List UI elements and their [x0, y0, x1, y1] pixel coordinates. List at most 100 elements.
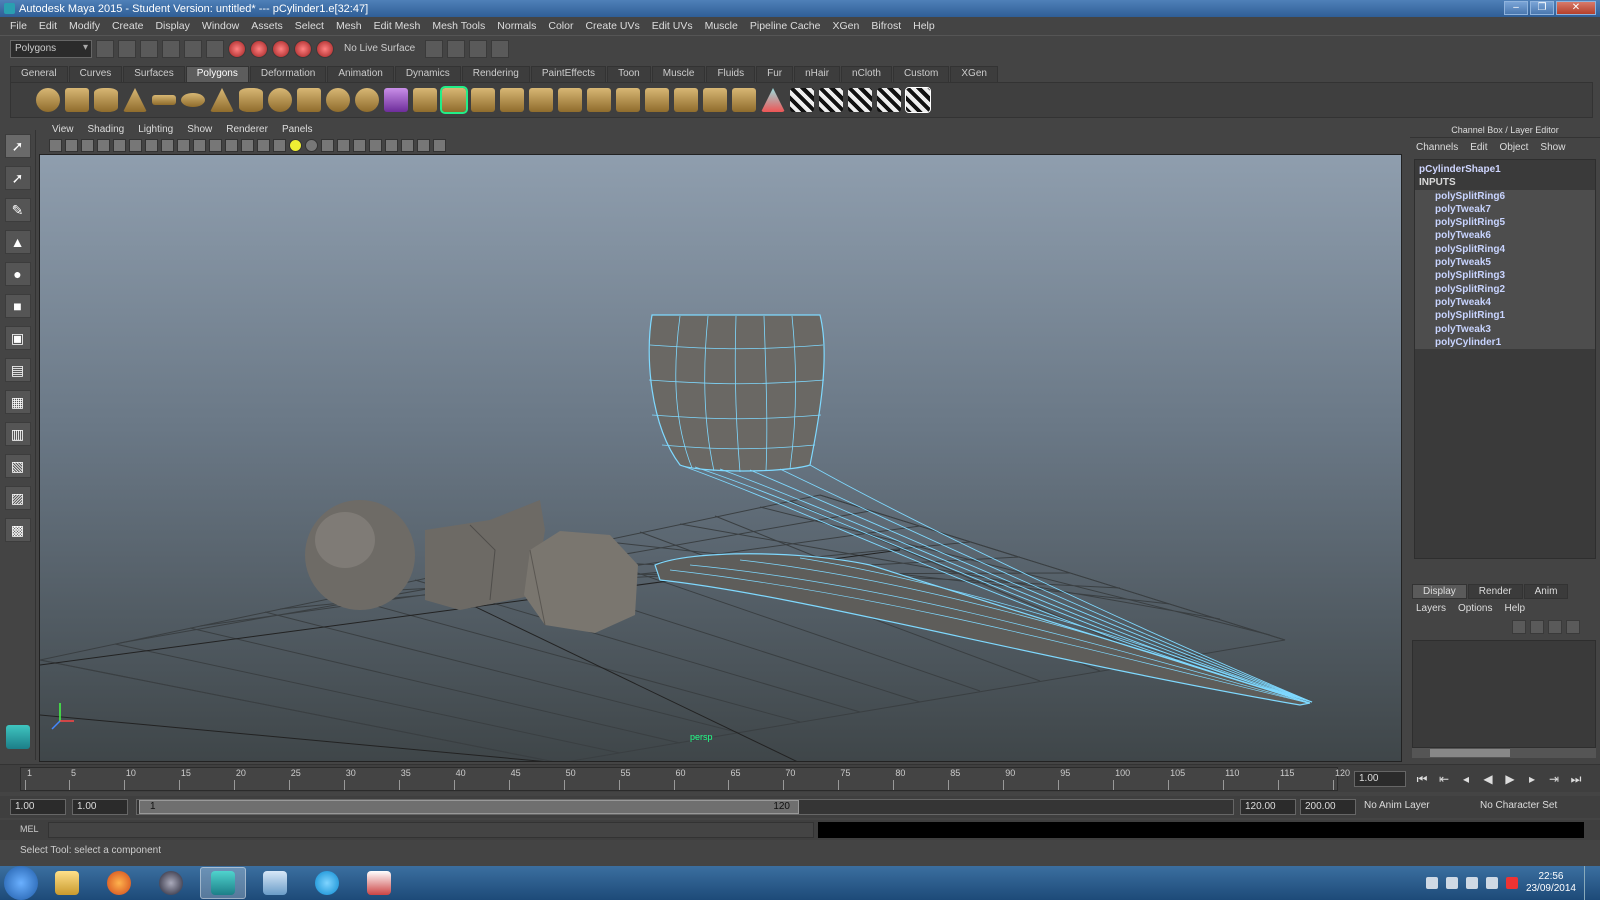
menu-window[interactable]: Window: [196, 20, 245, 32]
layer-menu-help[interactable]: Help: [1504, 603, 1525, 614]
scrollbar-thumb[interactable]: [1430, 749, 1510, 757]
shelf-tab-rendering[interactable]: Rendering: [461, 66, 530, 82]
select-component-icon[interactable]: [206, 39, 224, 58]
snap-view-plane-icon[interactable]: [294, 39, 312, 58]
film-gate-icon[interactable]: [129, 138, 142, 152]
resolution-gate-icon[interactable]: [145, 138, 158, 152]
smooth-shade-icon[interactable]: [241, 138, 254, 152]
taskbar-paint[interactable]: [356, 867, 402, 899]
poly-extrude-icon[interactable]: [587, 88, 611, 112]
input-node[interactable]: polySplitRing3: [1427, 269, 1595, 282]
move-layer-down-icon[interactable]: [1530, 620, 1544, 634]
menu-muscle[interactable]: Muscle: [699, 20, 744, 32]
menu-file[interactable]: File: [4, 20, 33, 32]
input-node[interactable]: polySplitRing5: [1427, 216, 1595, 229]
shelf-tab-dynamics[interactable]: Dynamics: [394, 66, 461, 82]
perspective-viewport[interactable]: persp: [39, 154, 1402, 762]
step-forward-frame-icon[interactable]: ▸: [1524, 772, 1540, 787]
persp-uv-layout-icon[interactable]: ▩: [4, 518, 31, 542]
menu-edit[interactable]: Edit: [33, 20, 63, 32]
select-tool-icon[interactable]: ➚: [4, 134, 31, 158]
poly-reduce-icon[interactable]: [529, 88, 553, 112]
menu-select[interactable]: Select: [289, 20, 330, 32]
shelf-tab-animation[interactable]: Animation: [327, 66, 394, 82]
safe-title-icon[interactable]: [209, 138, 222, 152]
layer-menu-layers[interactable]: Layers: [1416, 603, 1446, 614]
layer-tab-render[interactable]: Render: [1467, 584, 1523, 599]
cb-menu-channels[interactable]: Channels: [1416, 142, 1458, 153]
scene-canvas[interactable]: persp: [40, 155, 1402, 762]
use-all-lights-icon[interactable]: [289, 138, 302, 152]
poly-platonic-icon[interactable]: [355, 88, 379, 112]
shelf-tab-deformation[interactable]: Deformation: [249, 66, 327, 82]
cb-menu-show[interactable]: Show: [1540, 142, 1565, 153]
shelf-tab-polygons[interactable]: Polygons: [185, 66, 249, 82]
grid-toggle-icon[interactable]: [113, 138, 126, 152]
start-button-icon[interactable]: [4, 866, 38, 900]
lasso-tool-icon[interactable]: ➚: [4, 166, 31, 190]
security-alert-icon[interactable]: [1505, 877, 1518, 889]
poly-cone-icon[interactable]: [123, 88, 147, 112]
poly-helix-icon[interactable]: [297, 88, 321, 112]
scale-tool-icon[interactable]: ■: [4, 294, 31, 318]
input-node[interactable]: polySplitRing1: [1427, 309, 1595, 322]
uv-automatic-icon[interactable]: [877, 88, 901, 112]
poly-extract-icon[interactable]: [440, 86, 468, 114]
taskbar-explorer[interactable]: [44, 867, 90, 899]
action-center-icon[interactable]: [1445, 877, 1458, 889]
ipr-render-icon[interactable]: [469, 39, 488, 58]
move-tool-icon[interactable]: ▲: [4, 230, 31, 254]
menu-normals[interactable]: Normals: [491, 20, 542, 32]
screen-space-ao-icon[interactable]: [321, 138, 334, 152]
gate-mask-icon[interactable]: [161, 138, 174, 152]
poly-pipe-icon[interactable]: [268, 88, 292, 112]
menu-assets[interactable]: Assets: [245, 20, 289, 32]
command-input[interactable]: [48, 822, 814, 838]
snap-curve-icon[interactable]: [250, 39, 268, 58]
input-node[interactable]: polySplitRing2: [1427, 283, 1595, 296]
four-view-layout-icon[interactable]: ▦: [4, 390, 31, 414]
panel-menu-show[interactable]: Show: [180, 124, 219, 135]
input-node[interactable]: polySplitRing4: [1427, 243, 1595, 256]
volume-icon[interactable]: [1485, 877, 1498, 889]
snap-point-icon[interactable]: [272, 39, 290, 58]
menu-set-dropdown[interactable]: Polygons: [10, 39, 92, 58]
field-chart-icon[interactable]: [177, 138, 190, 152]
new-layer-selected-icon[interactable]: [1566, 620, 1580, 634]
render-view-icon[interactable]: [425, 39, 444, 58]
menu-create-uvs[interactable]: Create UVs: [579, 20, 645, 32]
uv-planar-icon[interactable]: [790, 88, 814, 112]
layer-tab-display[interactable]: Display: [1412, 584, 1467, 599]
wireframe-on-shaded-icon[interactable]: [257, 138, 270, 152]
render-current-frame-icon[interactable]: [447, 39, 466, 58]
safe-action-icon[interactable]: [193, 138, 206, 152]
cb-menu-object[interactable]: Object: [1500, 142, 1529, 153]
start-time-field[interactable]: 1.00: [10, 799, 66, 815]
poly-boolean-icon[interactable]: [471, 88, 495, 112]
layer-menu-options[interactable]: Options: [1458, 603, 1492, 614]
isolate-select-icon[interactable]: [385, 138, 398, 152]
shelf-tab-custom[interactable]: Custom: [892, 66, 950, 82]
persp-hypershade-layout-icon[interactable]: ▨: [4, 486, 31, 510]
shelf-tab-surfaces[interactable]: Surfaces: [123, 66, 185, 82]
select-hierarchy-icon[interactable]: [162, 39, 180, 58]
menu-mesh[interactable]: Mesh: [330, 20, 368, 32]
panel-menu-renderer[interactable]: Renderer: [219, 124, 275, 135]
poly-cube-icon[interactable]: [65, 88, 89, 112]
shelf-tab-ncloth[interactable]: nCloth: [841, 66, 892, 82]
poly-append-icon[interactable]: [645, 88, 669, 112]
rotate-tool-icon[interactable]: ●: [4, 262, 31, 286]
camera-select-icon[interactable]: [49, 138, 62, 152]
cb-menu-edit[interactable]: Edit: [1470, 142, 1487, 153]
wireframe-icon[interactable]: [225, 138, 238, 152]
playback-start-field[interactable]: 1.00: [72, 799, 128, 815]
poly-pyramid-icon[interactable]: [239, 88, 263, 112]
character-set-dropdown[interactable]: No Character Set: [1480, 800, 1557, 811]
shelf-tab-muscle[interactable]: Muscle: [651, 66, 706, 82]
taskbar-firefox[interactable]: [96, 867, 142, 899]
poly-smooth-icon[interactable]: [500, 88, 524, 112]
play-forwards-icon[interactable]: ▶: [1502, 772, 1518, 787]
poly-plane-icon[interactable]: [152, 95, 176, 105]
poly-soccer-ball-icon[interactable]: [326, 88, 350, 112]
range-bar[interactable]: 1 120: [136, 799, 1234, 815]
